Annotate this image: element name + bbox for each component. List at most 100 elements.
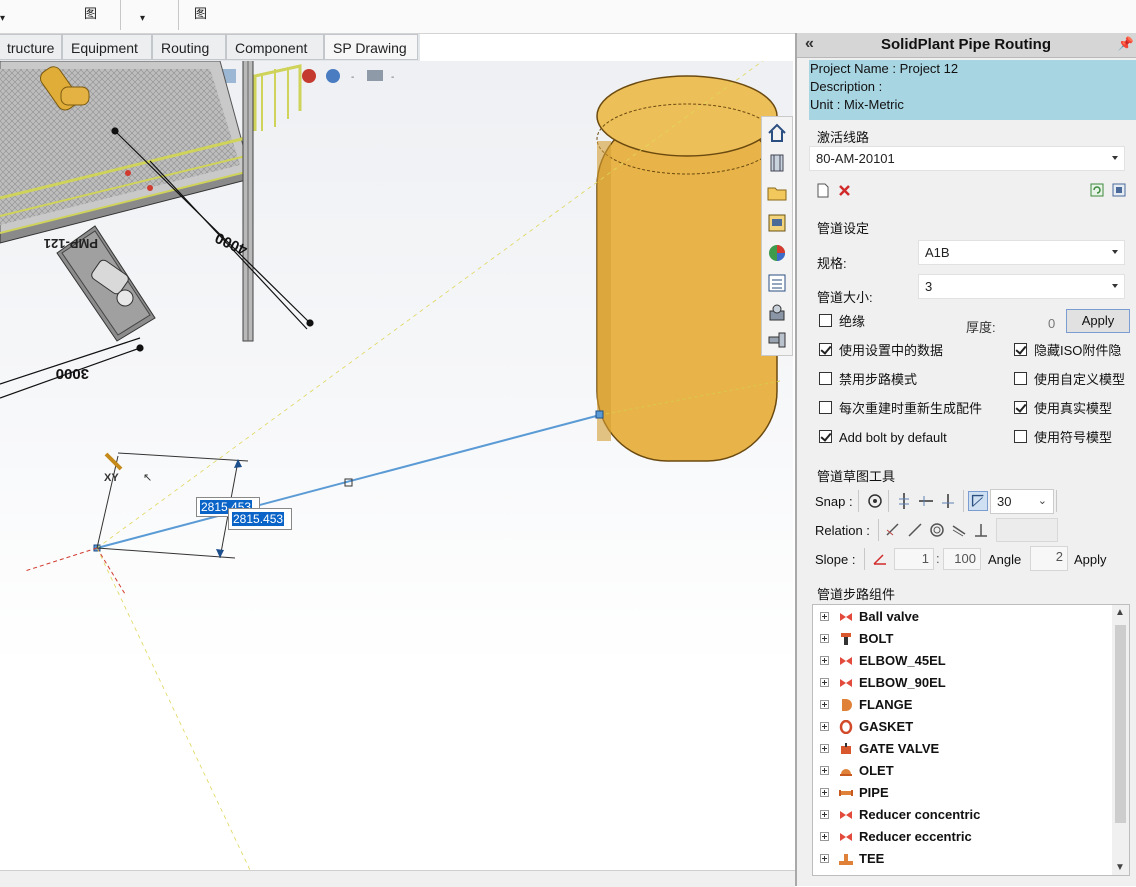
dimension-input-front[interactable]: 2815.453 — [228, 508, 292, 530]
checkbox-box[interactable] — [819, 430, 832, 443]
appearance-icon[interactable] — [302, 69, 316, 83]
checkbox-box[interactable] — [1014, 343, 1027, 356]
relation-perpendicular-icon[interactable] — [971, 520, 991, 540]
relation-field[interactable] — [996, 518, 1058, 542]
reducer-icon — [840, 833, 852, 841]
ribbon-dropdown-caret[interactable]: ▾ — [140, 12, 145, 26]
expand-icon[interactable] — [820, 854, 829, 863]
expand-icon[interactable] — [820, 722, 829, 731]
graphics-viewport[interactable]: - - × — [0, 61, 793, 870]
snap-horizontal-icon[interactable] — [916, 491, 936, 511]
collapse-chevron-icon[interactable]: « — [805, 35, 814, 53]
expand-icon[interactable] — [820, 788, 829, 797]
option-label: Add bolt by default — [839, 430, 947, 445]
custom-properties-icon[interactable] — [765, 271, 789, 295]
monitor-icon[interactable] — [367, 70, 383, 81]
snap-point-icon[interactable] — [865, 491, 885, 511]
snap-angle-select[interactable]: 30 ⌄ — [990, 489, 1054, 514]
tree-item-gasket[interactable]: GASKET — [813, 716, 1113, 738]
tab-structure[interactable]: tructure — [0, 34, 62, 60]
route-properties-icon[interactable] — [1112, 183, 1126, 197]
option-checkbox-6[interactable]: Add bolt by default — [819, 429, 999, 447]
component-tree[interactable]: Ball valve BOLT ELBOW_45EL ELBOW_90EL FL… — [812, 604, 1130, 876]
part-library-icon[interactable] — [765, 151, 789, 175]
expand-icon[interactable] — [820, 766, 829, 775]
apply-button[interactable]: Apply — [1066, 309, 1130, 333]
expand-icon[interactable] — [820, 612, 829, 621]
pipe-routing-icon[interactable] — [765, 329, 789, 353]
tree-item-olet[interactable]: OLET — [813, 760, 1113, 782]
ribbon-dropdown-caret[interactable]: ▾ — [0, 12, 5, 26]
checkbox-box[interactable] — [819, 372, 832, 385]
option-checkbox-3[interactable]: 使用自定义模型 — [1014, 371, 1136, 389]
option-checkbox-4[interactable]: 每次重建时重新生成配件 — [819, 400, 1009, 418]
snap-axis-icon[interactable] — [938, 491, 958, 511]
scroll-up-icon[interactable]: ▲ — [1115, 607, 1125, 618]
scene-icon[interactable] — [326, 69, 340, 83]
solidplant-icon[interactable] — [765, 301, 789, 325]
active-route-select[interactable]: 80-AM-20101 — [809, 146, 1125, 171]
tab-sp-drawing[interactable]: SP Drawing — [324, 34, 418, 60]
tab-routing[interactable]: Routing — [152, 34, 226, 60]
snap-angle-icon[interactable] — [968, 491, 988, 511]
tree-item-ball-valve[interactable]: Ball valve — [813, 606, 1113, 628]
relation-collinear-icon[interactable] — [905, 520, 925, 540]
folder-icon[interactable] — [765, 181, 789, 205]
expand-icon[interactable] — [820, 656, 829, 665]
view-palette-icon[interactable] — [765, 211, 789, 235]
option-checkbox-7[interactable]: 使用符号模型 — [1014, 429, 1136, 447]
checkbox-box[interactable] — [819, 343, 832, 356]
slope-rise-input[interactable]: 1 — [894, 548, 934, 570]
expand-icon[interactable] — [820, 744, 829, 753]
option-checkbox-5[interactable]: 使用真实模型 — [1014, 400, 1136, 418]
tree-item-flange[interactable]: FLANGE — [813, 694, 1113, 716]
tree-item-tee[interactable]: TEE — [813, 848, 1113, 870]
spec-select[interactable]: A1B — [918, 240, 1125, 265]
tree-item-bolt[interactable]: BOLT — [813, 628, 1113, 650]
pin-icon[interactable]: 📌 — [1118, 36, 1134, 52]
slope-apply-button[interactable]: Apply — [1074, 552, 1107, 567]
ribbon-label-b[interactable]: 图 — [194, 7, 207, 21]
angle-input[interactable]: 2 — [1030, 546, 1068, 571]
tab-component[interactable]: Component — [226, 34, 324, 60]
new-route-icon[interactable] — [816, 183, 830, 198]
slope-angle-icon[interactable] — [870, 549, 890, 569]
relation-coincident-icon[interactable] — [927, 520, 947, 540]
tree-item-reducer-concentric[interactable]: Reducer concentric — [813, 804, 1113, 826]
option-checkbox-0[interactable]: 使用设置中的数据 — [819, 342, 999, 360]
snap-vertical-icon[interactable] — [894, 491, 914, 511]
tree-item-gate-valve[interactable]: GATE VALVE — [813, 738, 1113, 760]
tree-item-pipe[interactable]: PIPE — [813, 782, 1113, 804]
checkbox-box[interactable] — [1014, 372, 1027, 385]
tab-equipment[interactable]: Equipment — [62, 34, 152, 60]
tree-item-reducer-eccentric[interactable]: Reducer eccentric — [813, 826, 1113, 848]
checkbox-box[interactable] — [1014, 430, 1027, 443]
expand-icon[interactable] — [820, 634, 829, 643]
pipe-size-select[interactable]: 3 — [918, 274, 1125, 299]
relation-along-icon[interactable] — [949, 520, 969, 540]
expand-icon[interactable] — [820, 700, 829, 709]
relation-parallel-icon[interactable] — [883, 520, 903, 540]
option-checkbox-2[interactable]: 禁用步路模式 — [819, 371, 999, 389]
expand-icon[interactable] — [820, 832, 829, 841]
option-checkbox-1[interactable]: 隐藏ISO附件隐 — [1014, 342, 1136, 360]
option-label: 使用真实模型 — [1034, 401, 1113, 416]
expand-icon[interactable] — [820, 678, 829, 687]
tree-scrollbar[interactable]: ▲ ▼ — [1112, 605, 1129, 875]
thickness-value[interactable]: 0 — [1048, 316, 1055, 331]
tree-item-elbow-45[interactable]: ELBOW_45EL — [813, 650, 1113, 672]
scroll-down-icon[interactable]: ▼ — [1115, 862, 1125, 873]
checkbox-box[interactable] — [819, 401, 832, 414]
insulation-checkbox-box[interactable] — [819, 314, 832, 327]
tree-item-elbow-90[interactable]: ELBOW_90EL — [813, 672, 1113, 694]
ribbon-label-a[interactable]: 图 — [84, 7, 97, 21]
scrollbar-thumb[interactable] — [1115, 625, 1126, 823]
refresh-icon[interactable] — [1090, 183, 1104, 197]
home-icon[interactable] — [765, 121, 789, 145]
insulation-checkbox[interactable]: 绝缘 — [819, 313, 909, 331]
expand-icon[interactable] — [820, 810, 829, 819]
appearance-icon[interactable] — [765, 241, 789, 265]
slope-run-input[interactable]: 100 — [943, 548, 981, 570]
delete-route-icon[interactable] — [838, 184, 851, 197]
checkbox-box[interactable] — [1014, 401, 1027, 414]
